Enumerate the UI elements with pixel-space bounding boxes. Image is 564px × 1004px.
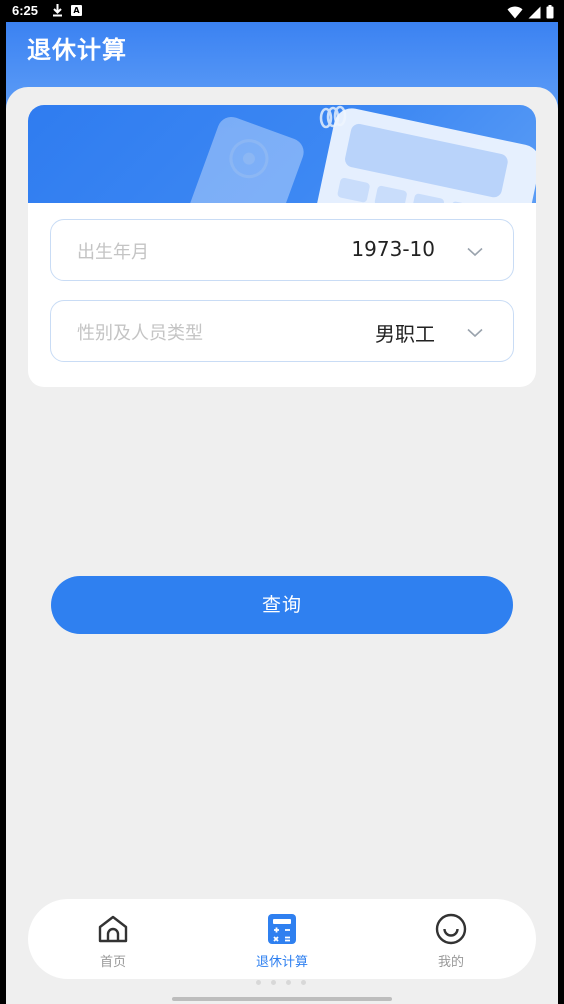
status-time: 6:25 (12, 3, 39, 18)
status-bar: 6:25 A (0, 0, 564, 22)
tab-mine-label: 我的 (437, 955, 464, 970)
query-button[interactable]: 查询 (51, 576, 513, 634)
tab-retirement-calc-label: 退休计算 (255, 955, 308, 970)
birth-date-select[interactable]: 出生年月 1973-10 (50, 219, 514, 281)
home-icon (97, 913, 129, 945)
notification-badge: A (71, 5, 82, 16)
page-title: 退休计算 (27, 36, 127, 64)
calculator-banner (28, 105, 536, 203)
smile-icon (435, 913, 467, 945)
chevron-down-icon (467, 323, 483, 342)
gender-type-value: 男职工 (375, 322, 435, 346)
calculator-icon (266, 913, 298, 945)
home-indicator[interactable] (172, 997, 392, 1001)
birth-date-label: 出生年月 (77, 242, 149, 263)
chevron-down-icon (467, 242, 483, 261)
gender-type-label: 性别及人员类型 (77, 323, 203, 344)
wifi-icon (507, 4, 523, 23)
app-screen: 退休计算 出生年月 1973-10 性别及人员类型 男职工 查询 首页 退休计算… (6, 22, 558, 1004)
signal-icon (528, 4, 541, 23)
page-indicator-dots (256, 980, 306, 985)
status-icons (507, 4, 554, 23)
bottom-tab-bar: 首页 退休计算 我的 (28, 899, 536, 979)
tab-home[interactable]: 首页 (53, 899, 173, 979)
battery-icon (546, 4, 554, 23)
tab-mine[interactable]: 我的 (391, 899, 511, 979)
calculator-illustration (185, 105, 536, 203)
tab-retirement-calc[interactable]: 退休计算 (222, 899, 342, 979)
birth-date-value: 1973-10 (351, 237, 435, 261)
form-card: 出生年月 1973-10 性别及人员类型 男职工 (28, 105, 536, 387)
download-icon (52, 3, 63, 20)
gender-type-select[interactable]: 性别及人员类型 男职工 (50, 300, 514, 362)
tab-home-label: 首页 (99, 955, 126, 970)
